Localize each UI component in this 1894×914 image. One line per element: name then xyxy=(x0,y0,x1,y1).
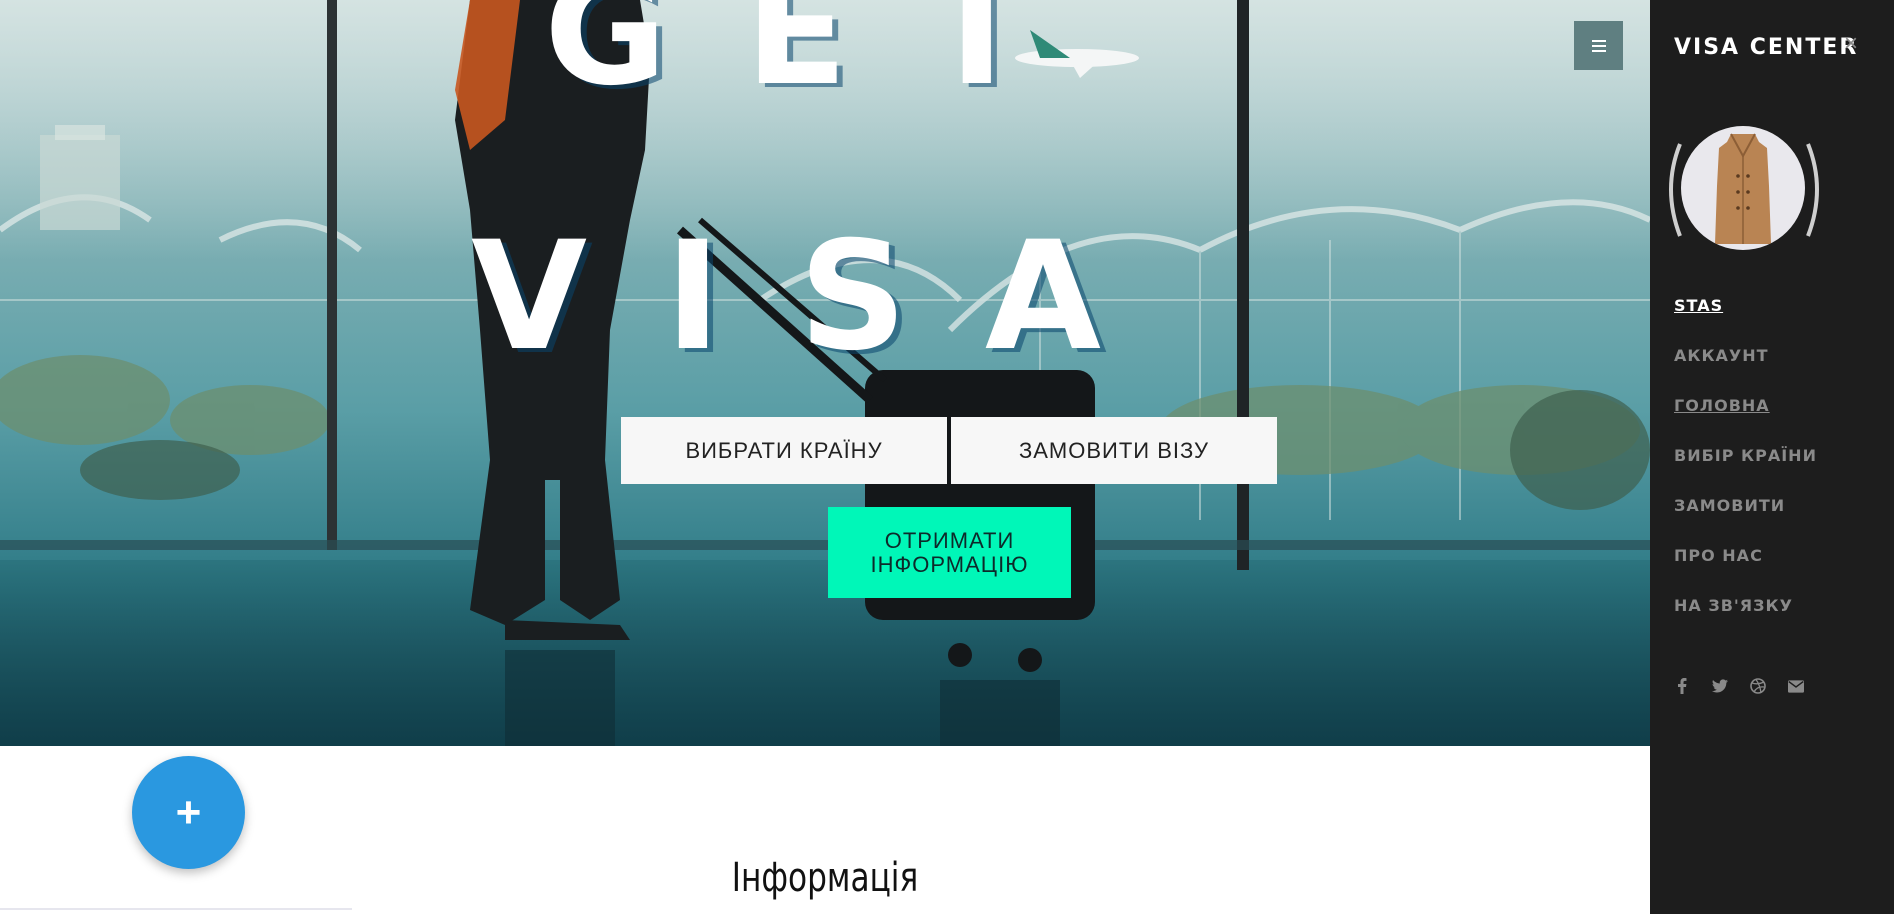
envelope-icon[interactable] xyxy=(1788,678,1804,694)
hero-section: GET VISA ВИБРАТИ КРАЇНУ ЗАМОВИТИ ВІЗУ ОТ… xyxy=(0,0,1650,746)
sidebar-item-account[interactable]: АККАУНТ xyxy=(1674,346,1817,366)
facebook-icon[interactable] xyxy=(1674,678,1690,694)
coat-image xyxy=(1715,133,1771,244)
sidebar-item-order[interactable]: ЗАМОВИТИ xyxy=(1674,496,1817,516)
dribbble-icon[interactable] xyxy=(1750,678,1766,694)
brand-title: VISA CENTER xyxy=(1674,35,1859,60)
social-links xyxy=(1674,678,1804,694)
add-fab-button[interactable]: + xyxy=(132,756,245,869)
sidebar-item-contact[interactable]: НА ЗВ'ЯЗКУ xyxy=(1674,596,1817,616)
get-information-button[interactable]: ОТРИМАТИ ІНФОРМАЦІЮ xyxy=(828,507,1071,598)
close-icon[interactable]: × xyxy=(1844,30,1858,58)
order-visa-button[interactable]: ЗАМОВИТИ ВІЗУ xyxy=(951,417,1277,484)
get-information-line2: ІНФОРМАЦІЮ xyxy=(870,551,1029,577)
sidebar-item-country-choice[interactable]: ВИБІР КРАЇНИ xyxy=(1674,446,1817,466)
hero-title-visa: VISA xyxy=(470,210,1180,384)
choose-country-button[interactable]: ВИБРАТИ КРАЇНУ xyxy=(621,417,947,484)
sidebar-nav: STAS АККАУНТ ГОЛОВНА ВИБІР КРАЇНИ ЗАМОВИ… xyxy=(1674,296,1817,646)
sidebar-item-about[interactable]: ПРО НАС xyxy=(1674,546,1817,566)
hero-button-row: ВИБРАТИ КРАЇНУ ЗАМОВИТИ ВІЗУ xyxy=(621,417,1277,484)
hamburger-icon xyxy=(1591,39,1606,52)
sidebar-item-user[interactable]: STAS xyxy=(1674,296,1817,316)
section-title: Інформація xyxy=(731,855,919,901)
menu-toggle-button[interactable] xyxy=(1574,21,1623,70)
twitter-icon[interactable] xyxy=(1712,678,1728,694)
sidebar-item-home[interactable]: ГОЛОВНА xyxy=(1674,396,1817,416)
content-divider xyxy=(0,908,352,910)
sidebar-panel: VISA CENTER × STAS АККАУНТ ГОЛОВНА ВИБІР… xyxy=(1650,0,1894,914)
avatar[interactable] xyxy=(1681,126,1805,250)
hero-title-get: GET xyxy=(544,0,1106,119)
get-information-line1: ОТРИМАТИ xyxy=(884,527,1015,553)
avatar-frame xyxy=(1668,124,1820,254)
